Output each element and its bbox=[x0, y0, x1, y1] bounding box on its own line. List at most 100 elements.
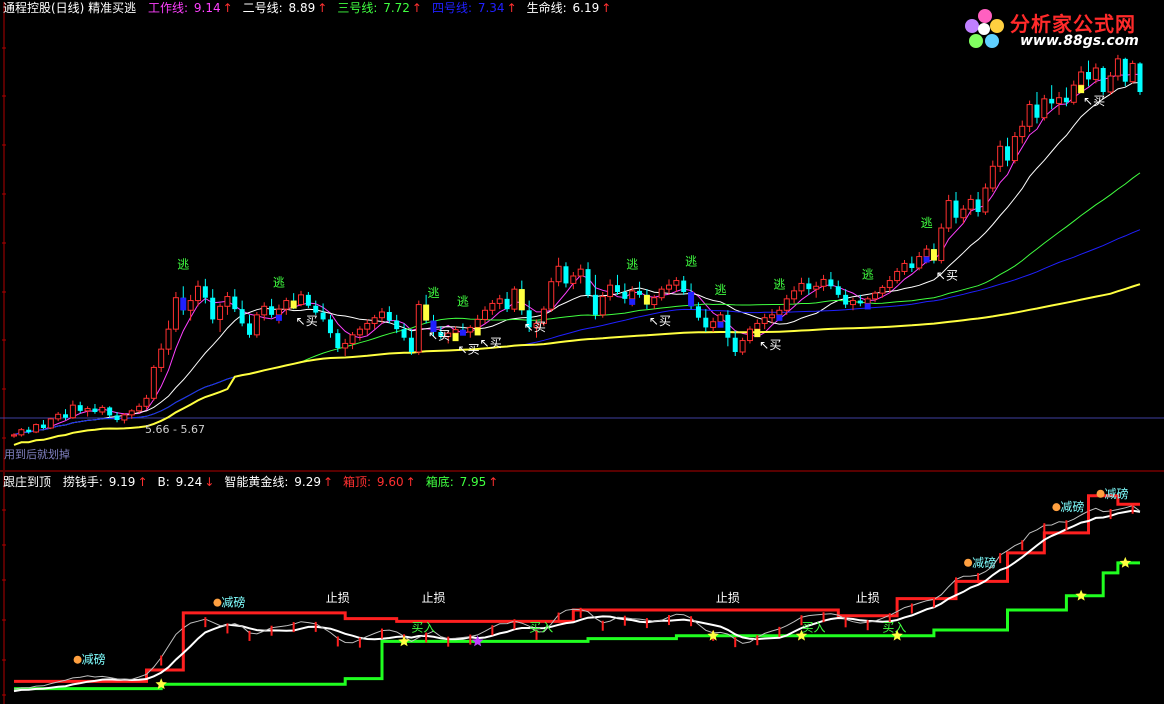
candle-body bbox=[47, 418, 54, 429]
signal-bar bbox=[579, 607, 582, 618]
candle bbox=[1011, 132, 1018, 164]
escape-candle-highlight bbox=[629, 298, 636, 305]
header-item: 工作线: 9.14 ↑ bbox=[148, 1, 235, 15]
candle bbox=[210, 289, 216, 324]
candle-body bbox=[165, 328, 172, 350]
candle bbox=[99, 405, 106, 415]
trend-arrow-icon: ↑ bbox=[317, 1, 328, 15]
candle-body bbox=[879, 286, 886, 294]
candle bbox=[313, 300, 319, 315]
header-item-value: 9.19 bbox=[104, 475, 136, 489]
candle bbox=[843, 289, 849, 308]
signal-bar bbox=[513, 619, 516, 630]
candle-body bbox=[806, 283, 812, 290]
candle-body bbox=[452, 329, 459, 334]
candle-body bbox=[923, 248, 930, 258]
escape-signal: 逃 bbox=[715, 283, 727, 297]
candle-body bbox=[114, 415, 120, 420]
signal-bar bbox=[226, 623, 229, 634]
candle-body bbox=[739, 340, 746, 353]
candle bbox=[158, 343, 165, 372]
candle-body bbox=[791, 290, 798, 300]
signal-bar bbox=[734, 637, 737, 648]
candle-body bbox=[1026, 104, 1033, 127]
runner-icon bbox=[1052, 503, 1061, 512]
candle-body bbox=[577, 268, 584, 277]
lower-indicator-pane: 止损 止损 止损 止损减磅减磅减磅减磅减磅买入 买入 买入 买入 bbox=[13, 486, 1141, 693]
candle bbox=[1026, 100, 1033, 132]
buy-in-label: 买入 bbox=[411, 621, 435, 635]
candle-body bbox=[909, 263, 915, 268]
escape-signal: 逃 bbox=[685, 254, 697, 268]
candle-body bbox=[408, 337, 414, 352]
signal-bar bbox=[491, 625, 494, 636]
candle bbox=[614, 274, 620, 295]
flower-icon bbox=[965, 9, 1004, 48]
escape-signal: 逃 bbox=[862, 268, 874, 282]
candle bbox=[194, 280, 201, 307]
escape-signal: 逃 bbox=[626, 257, 638, 271]
candle bbox=[1122, 57, 1128, 87]
candle bbox=[828, 272, 834, 290]
candle-body bbox=[33, 424, 40, 433]
header-item-value: 7.95 bbox=[455, 475, 487, 489]
candle-body bbox=[989, 165, 996, 189]
candle bbox=[1085, 60, 1091, 87]
candle bbox=[658, 286, 665, 301]
candle bbox=[239, 300, 245, 327]
candle-body bbox=[247, 323, 253, 335]
candle bbox=[33, 423, 40, 434]
candle-body bbox=[320, 312, 326, 320]
candle bbox=[371, 314, 378, 330]
buy-in-label: 买入 bbox=[529, 621, 553, 635]
header-item: 箱顶: 9.60 ↑ bbox=[343, 475, 418, 489]
candle-body bbox=[1078, 71, 1085, 86]
candle bbox=[953, 192, 959, 224]
stop-loss-label: 止损 bbox=[326, 591, 350, 605]
buy-in-label: 买入 bbox=[801, 621, 825, 635]
candle-body bbox=[11, 434, 17, 437]
candle-body bbox=[511, 288, 518, 310]
candle-body bbox=[77, 405, 83, 411]
candle-body bbox=[394, 320, 400, 330]
candle-body bbox=[415, 304, 422, 353]
candle-body bbox=[717, 314, 724, 323]
escape-signal: 逃 bbox=[457, 294, 469, 308]
escape-signal: 逃 bbox=[273, 276, 285, 290]
candle bbox=[69, 400, 76, 419]
candle bbox=[489, 300, 496, 315]
candle-body bbox=[143, 397, 150, 407]
candle-body bbox=[607, 284, 614, 298]
candle bbox=[997, 140, 1004, 172]
candle bbox=[673, 277, 680, 292]
candle-body bbox=[982, 187, 989, 213]
candle bbox=[1034, 92, 1040, 124]
buy-signal: ↖买 bbox=[759, 338, 781, 352]
tool-label[interactable]: 用到后就划掉 bbox=[4, 446, 70, 462]
escape-candle-highlight bbox=[459, 329, 466, 336]
signal-bar bbox=[977, 573, 980, 584]
candle bbox=[989, 160, 996, 192]
candle-body bbox=[570, 275, 577, 284]
candle bbox=[217, 303, 224, 332]
candle bbox=[975, 192, 981, 217]
buy-signal: ↖买 bbox=[296, 314, 318, 328]
escape-signal: 逃 bbox=[921, 216, 933, 230]
candle-body bbox=[783, 298, 790, 311]
signal-bar bbox=[447, 636, 450, 647]
candle-body bbox=[84, 408, 91, 412]
candle-body bbox=[121, 414, 128, 421]
runner-icon bbox=[1096, 489, 1105, 498]
buy-candle-highlight bbox=[474, 327, 481, 336]
candle-body bbox=[26, 429, 32, 432]
candle-body bbox=[776, 309, 783, 316]
candle-body bbox=[849, 300, 856, 306]
escape-signal: 逃 bbox=[427, 286, 439, 300]
candle bbox=[55, 412, 62, 422]
candle bbox=[47, 417, 54, 430]
candle-body bbox=[69, 404, 76, 419]
candle-body bbox=[239, 309, 245, 324]
candle-body bbox=[945, 200, 952, 229]
candle-body bbox=[761, 317, 768, 324]
buy-signal: ↖买 bbox=[428, 328, 450, 342]
